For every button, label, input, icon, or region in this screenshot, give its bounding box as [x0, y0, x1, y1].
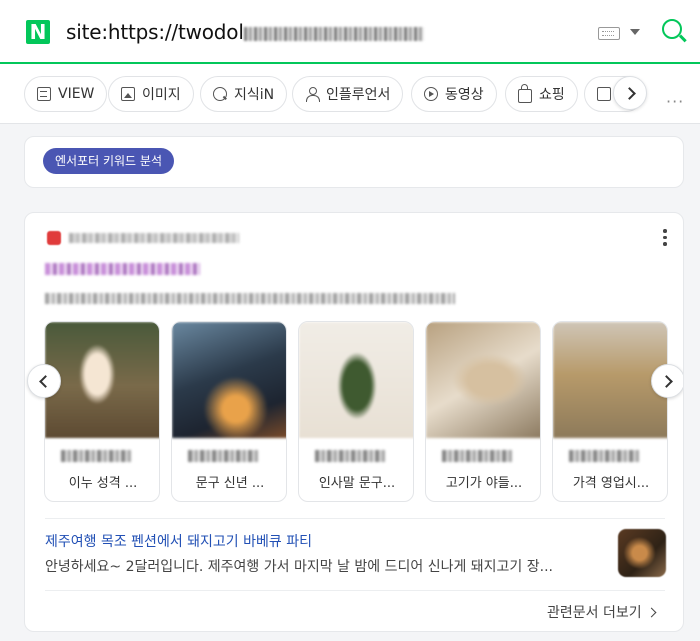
tabs-next-button[interactable] — [613, 76, 647, 110]
thumbnail-card[interactable]: 인사말 문구... — [298, 321, 414, 502]
chevron-right-icon — [646, 607, 657, 618]
tab-label: 인플루언서 — [326, 87, 391, 103]
tab-kin[interactable]: 지식iN — [200, 76, 288, 112]
search-input[interactable]: site:https://twodol — [66, 20, 424, 44]
tab-label: 이미지 — [142, 87, 181, 103]
search-icon[interactable] — [662, 19, 682, 39]
site-name-redacted[interactable] — [69, 233, 239, 243]
result-card: 이누 성격 ... 문구 신년 ... 인사말 문구... 고기가 야들... — [24, 212, 684, 632]
thumbnail-subtitle-redacted — [315, 450, 385, 462]
search-query-text: site:https://twodol — [66, 20, 244, 44]
tab-label: VIEW — [58, 86, 95, 102]
document-icon — [37, 87, 51, 101]
thumbnail-image — [299, 322, 413, 438]
kebab-menu-icon[interactable] — [663, 229, 667, 247]
thumbnail-caption: 이누 성격 ... — [68, 476, 138, 491]
thumbnail-image — [426, 322, 540, 438]
sub-result-title-link[interactable]: 제주여행 목조 펜션에서 돼지고기 바베큐 파티 — [45, 531, 312, 551]
carousel-next-button[interactable] — [651, 364, 683, 398]
tab-label: 동영상 — [445, 87, 484, 103]
carousel-prev-button[interactable] — [27, 364, 61, 398]
tab-shopping[interactable]: 쇼핑 — [505, 76, 578, 112]
redacted-query-text — [243, 26, 424, 41]
thumbnail-card[interactable]: 고기가 야들... — [425, 321, 541, 502]
thumbnail-caption: 고기가 야들... — [445, 476, 523, 491]
thumbnail-subtitle-redacted — [61, 450, 131, 462]
thumbnail-caption: 문구 신년 ... — [195, 476, 265, 491]
thumbnail-card[interactable]: 문구 신년 ... — [171, 321, 287, 502]
thumbnail-caption: 인사말 문구... — [318, 476, 396, 491]
keyword-analysis-badge[interactable]: 엔서포터 키워드 분석 — [43, 148, 174, 174]
divider — [45, 518, 665, 519]
card-icon — [597, 87, 611, 101]
shopping-bag-icon — [518, 84, 532, 103]
naver-logo[interactable]: N — [26, 20, 50, 44]
result-title-redacted[interactable] — [45, 263, 200, 275]
tab-label: 지식iN — [234, 87, 275, 103]
tab-view[interactable]: VIEW — [24, 76, 108, 112]
thumbnail-subtitle-redacted — [442, 450, 512, 462]
related-documents-label: 관련문서 더보기 — [547, 605, 642, 621]
search-header: N site:https://twodol — [0, 0, 700, 64]
thumbnail-image — [45, 322, 159, 438]
site-favicon-icon — [47, 231, 61, 245]
thumbnail-image — [172, 322, 286, 438]
result-description-redacted — [45, 293, 455, 304]
thumbnail-carousel: 이누 성격 ... 문구 신년 ... 인사말 문구... 고기가 야들... — [44, 321, 668, 503]
sub-result-snippet: 안녕하세요~ 2달러입니다. 제주여행 가서 마지막 날 밤에 드디어 신나게 … — [45, 559, 553, 575]
thumbnail-card[interactable]: 가격 영업시... — [552, 321, 668, 502]
divider — [45, 590, 665, 591]
person-icon — [305, 87, 320, 102]
question-icon — [213, 87, 227, 101]
keyboard-icon[interactable] — [598, 27, 620, 40]
thumbnail-card[interactable]: 이누 성격 ... — [44, 321, 160, 502]
thumbnail-subtitle-redacted — [188, 450, 258, 462]
keyword-analysis-card: 엔서포터 키워드 분석 — [24, 136, 684, 188]
sub-result-thumbnail[interactable] — [618, 529, 666, 577]
play-icon — [424, 87, 438, 101]
more-icon[interactable]: ··· — [666, 92, 684, 111]
thumbnail-subtitle-redacted — [569, 450, 639, 462]
search-tabs: VIEW 이미지 지식iN 인플루언서 동영상 쇼핑 — [0, 64, 700, 124]
related-documents-link[interactable]: 관련문서 더보기 — [547, 602, 657, 622]
tab-label: 쇼핑 — [539, 87, 565, 103]
tab-video[interactable]: 동영상 — [411, 76, 497, 112]
tab-image[interactable]: 이미지 — [108, 76, 194, 112]
image-icon — [121, 87, 135, 101]
chevron-down-icon[interactable] — [630, 29, 640, 35]
tab-influencer[interactable]: 인플루언서 — [292, 76, 404, 112]
search-results-page: N site:https://twodol VIEW 이미지 지식iN 인플루언… — [0, 0, 700, 641]
thumbnail-caption: 가격 영업시... — [572, 476, 650, 491]
